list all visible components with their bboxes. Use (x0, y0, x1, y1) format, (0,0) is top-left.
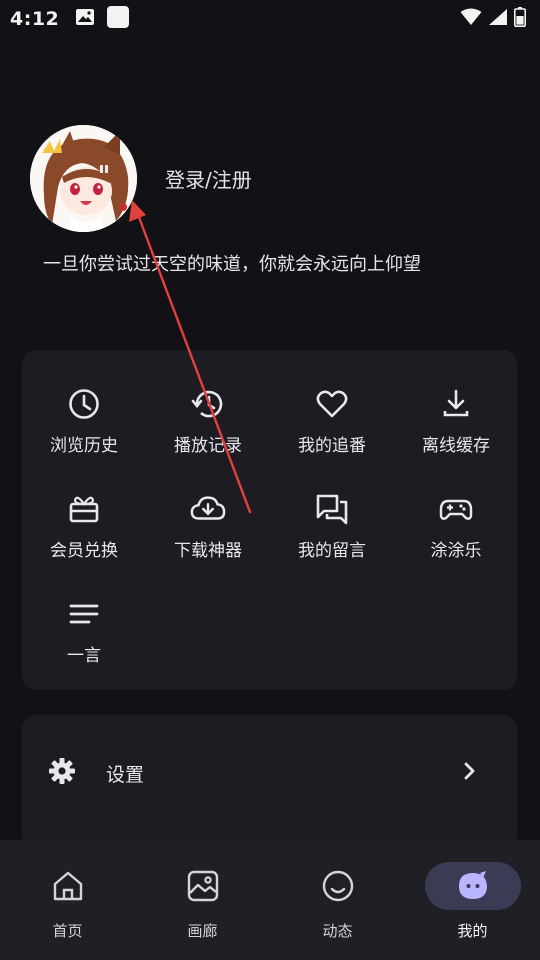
profile-header: 登录/注册 (30, 125, 252, 232)
feature-vip-redeem[interactable]: 会员兑换 (22, 491, 146, 581)
settings-card: 设置 (22, 715, 517, 850)
feature-label: 我的留言 (298, 541, 366, 561)
feature-label: 下载神器 (174, 541, 242, 561)
profile-motto: 一旦你尝试过天空的味道，你就会永远向上仰望 (43, 254, 421, 275)
feature-label: 会员兑换 (50, 541, 118, 561)
smiley-icon (321, 862, 355, 910)
nav-mine[interactable]: 我的 (405, 862, 540, 942)
status-time: 4:12 (10, 8, 60, 30)
heart-icon (314, 386, 350, 422)
nav-gallery[interactable]: 画廊 (135, 862, 270, 942)
signal-icon (488, 8, 508, 30)
history-icon (190, 386, 226, 422)
nav-label: 画廊 (187, 922, 218, 940)
gift-icon (66, 491, 102, 527)
chat-icon (314, 491, 350, 527)
app-icon (107, 6, 130, 32)
status-system-icons (460, 7, 526, 31)
wifi-icon (460, 8, 482, 30)
cloud-download-icon (190, 491, 226, 527)
feature-browse-history[interactable]: 浏览历史 (22, 386, 146, 476)
home-icon (51, 862, 85, 910)
feature-my-messages[interactable]: 我的留言 (270, 491, 394, 581)
mascot-icon (424, 862, 521, 910)
feature-doodle[interactable]: 涂涂乐 (394, 491, 518, 581)
status-notification-icons (75, 6, 130, 32)
feature-label: 涂涂乐 (430, 541, 482, 561)
feature-label: 播放记录 (174, 436, 242, 456)
gear-icon (48, 757, 76, 789)
gallery-icon (186, 862, 220, 910)
feature-hitokoto[interactable]: 一言 (22, 596, 146, 686)
feature-offline-cache[interactable]: 离线缓存 (394, 386, 518, 476)
feature-grid-card: 浏览历史 播放记录 我的追番 离线缓存 会员兑换 下载神器 我的留言 涂涂乐 一… (22, 350, 517, 690)
clock-icon (66, 386, 102, 422)
nav-label: 动态 (322, 922, 353, 940)
bottom-nav: 首页 画廊 动态 我的 (0, 840, 540, 960)
lines-icon (66, 596, 102, 632)
nav-label: 首页 (52, 922, 83, 940)
feature-label: 离线缓存 (422, 436, 490, 456)
gamepad-icon (438, 491, 474, 527)
nav-feed[interactable]: 动态 (270, 862, 405, 942)
nav-home[interactable]: 首页 (0, 862, 135, 942)
feature-label: 一言 (67, 646, 101, 666)
battery-icon (514, 7, 526, 31)
image-icon (75, 8, 95, 30)
settings-label: 设置 (106, 763, 145, 786)
login-register-link[interactable]: 登录/注册 (165, 164, 252, 193)
feature-download-tool[interactable]: 下载神器 (146, 491, 270, 581)
nav-label: 我的 (457, 922, 488, 940)
feature-label: 我的追番 (298, 436, 366, 456)
feature-play-records[interactable]: 播放记录 (146, 386, 270, 476)
feature-my-follows[interactable]: 我的追番 (270, 386, 394, 476)
feature-label: 浏览历史 (50, 436, 118, 456)
status-bar: 4:12 (0, 0, 540, 38)
settings-row[interactable]: 设置 (22, 745, 517, 801)
avatar[interactable] (30, 125, 137, 232)
chevron-right-icon (463, 761, 477, 785)
download-icon (438, 386, 474, 422)
